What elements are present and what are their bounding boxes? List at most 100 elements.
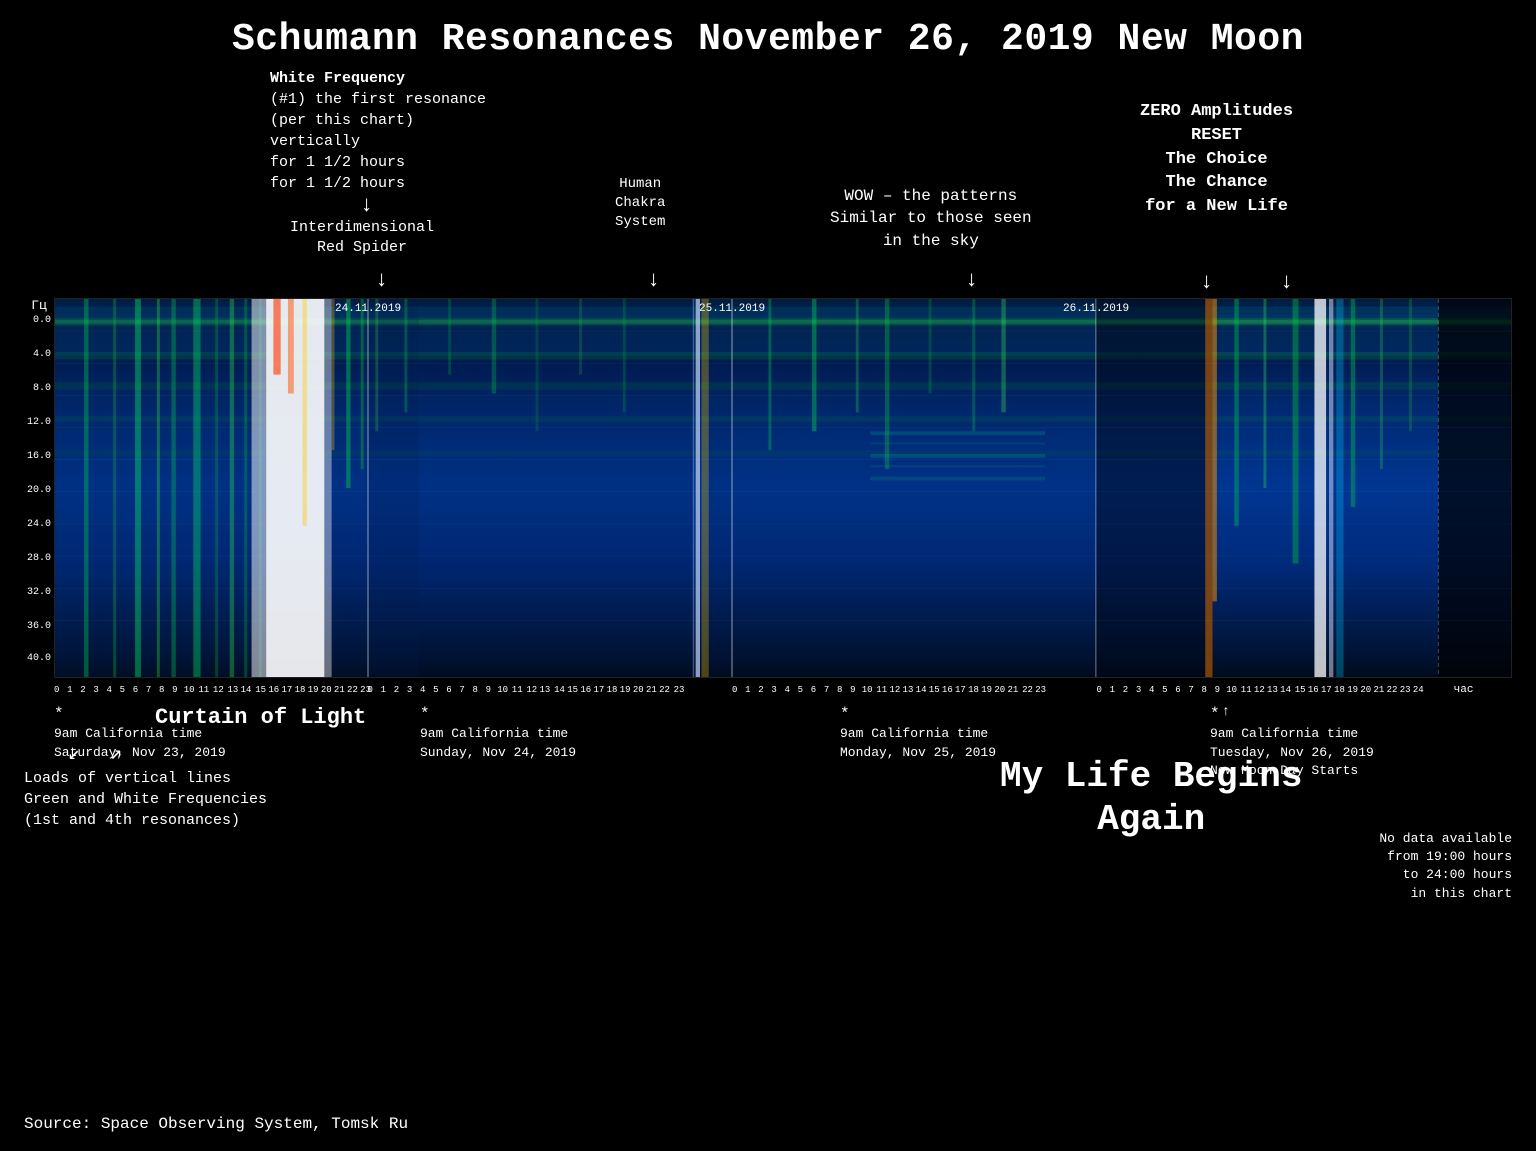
svg-text:22: 22 [659,685,670,695]
svg-text:11: 11 [1241,685,1252,695]
sunday-annotation: * 9am California time Sunday, Nov 24, 20… [420,703,576,762]
svg-text:9: 9 [1215,685,1220,695]
svg-text:6: 6 [1175,685,1180,695]
svg-text:5: 5 [1162,685,1167,695]
svg-text:20: 20 [994,685,1005,695]
svg-text:22: 22 [1387,685,1398,695]
svg-text:8: 8 [1201,685,1206,695]
svg-text:22: 22 [347,685,358,695]
svg-text:15: 15 [1295,685,1306,695]
y-tick-32: 32.0 [27,587,51,598]
svg-text:2: 2 [80,685,85,695]
svg-text:14: 14 [241,685,252,695]
svg-text:час: час [1454,684,1474,696]
spectrogram-svg: 24.11.2019 25.11.2019 26.11.2019 [55,299,1511,677]
svg-text:3: 3 [771,685,776,695]
svg-text:17: 17 [593,685,604,695]
y-tick-28: 28.0 [27,553,51,564]
svg-text:18: 18 [295,685,306,695]
y-tick-8: 8.0 [33,383,51,394]
svg-text:2: 2 [758,685,763,695]
svg-text:10: 10 [497,685,508,695]
white-frequency-annotation: White Frequency (#1) the first resonance… [270,68,486,194]
page-title: Schumann Resonances November 26, 2019 Ne… [24,18,1512,61]
svg-text:10: 10 [1226,685,1237,695]
svg-text:13: 13 [228,685,239,695]
svg-text:21: 21 [1008,685,1019,695]
svg-text:19: 19 [620,685,631,695]
svg-text:23: 23 [674,685,685,695]
svg-text:15: 15 [567,685,578,695]
svg-text:24.11.2019: 24.11.2019 [335,303,401,315]
y-tick-12: 12.0 [27,417,51,428]
svg-text:8: 8 [472,685,477,695]
x-axis: 0 1 2 3 4 5 6 7 8 9 10 11 12 13 14 15 16… [54,680,1512,698]
zero-amplitudes-annotation: ZERO Amplitudes RESET The Choice The Cha… [1140,100,1293,219]
svg-text:1: 1 [1110,685,1115,695]
svg-text:7: 7 [146,685,151,695]
svg-text:16: 16 [268,685,279,695]
svg-text:4: 4 [106,685,111,695]
svg-text:23: 23 [1035,685,1046,695]
svg-text:8: 8 [837,685,842,695]
svg-text:6: 6 [811,685,816,695]
svg-text:14: 14 [554,685,565,695]
svg-text:1: 1 [381,685,386,695]
svg-text:6: 6 [446,685,451,695]
interdimensional-arrow: ↓ [375,268,388,293]
curtain-arrow-1: ↙ [68,740,80,766]
svg-text:11: 11 [512,685,523,695]
spectrogram-chart: 24.11.2019 25.11.2019 26.11.2019 [54,298,1512,678]
loads-annotation: Loads of vertical lines Green and White … [24,768,267,831]
svg-text:23: 23 [1400,685,1411,695]
svg-text:14: 14 [916,685,927,695]
svg-text:11: 11 [876,685,887,695]
svg-text:9: 9 [486,685,491,695]
source-label: Source: Space Observing System, Tomsk Ru [24,1115,408,1133]
svg-text:8: 8 [159,685,164,695]
my-life-begins: My Life Begins Again [1000,755,1302,841]
svg-text:19: 19 [981,685,992,695]
svg-text:1: 1 [745,685,750,695]
svg-text:5: 5 [120,685,125,695]
svg-text:25.11.2019: 25.11.2019 [699,303,765,315]
svg-text:17: 17 [955,685,966,695]
svg-text:6: 6 [133,685,138,695]
svg-text:7: 7 [1188,685,1193,695]
y-tick-40: 40.0 [27,653,51,664]
svg-text:5: 5 [433,685,438,695]
svg-text:2: 2 [1123,685,1128,695]
svg-text:0: 0 [1096,685,1101,695]
svg-text:2: 2 [394,685,399,695]
svg-text:9: 9 [172,685,177,695]
svg-text:19: 19 [1347,685,1358,695]
svg-text:17: 17 [281,685,292,695]
svg-text:16: 16 [1308,685,1319,695]
svg-text:20: 20 [1360,685,1371,695]
y-tick-20: 20.0 [27,485,51,496]
svg-text:18: 18 [1334,685,1345,695]
zero-arrow-1: ↓ [1200,270,1213,295]
svg-text:18: 18 [968,685,979,695]
svg-text:21: 21 [646,685,657,695]
svg-text:26.11.2019: 26.11.2019 [1063,303,1129,315]
svg-text:20: 20 [633,685,644,695]
svg-text:24: 24 [1413,685,1424,695]
svg-text:13: 13 [1267,685,1278,695]
human-chakra-arrow: ↓ [647,268,660,293]
main-container: Schumann Resonances November 26, 2019 Ne… [0,0,1536,1151]
svg-text:0: 0 [367,685,372,695]
svg-text:15: 15 [929,685,940,695]
svg-text:3: 3 [1136,685,1141,695]
svg-text:20: 20 [321,685,332,695]
svg-text:13: 13 [903,685,914,695]
svg-text:7: 7 [459,685,464,695]
white-freq-arrow: ↓ [360,195,373,217]
svg-text:0: 0 [54,685,59,695]
y-axis-title: Гц [24,298,54,313]
curtain-of-light: Curtain of Light [155,705,366,730]
wow-arrow: ↓ [965,268,978,293]
svg-text:16: 16 [580,685,591,695]
svg-text:12: 12 [889,685,900,695]
svg-text:3: 3 [93,685,98,695]
